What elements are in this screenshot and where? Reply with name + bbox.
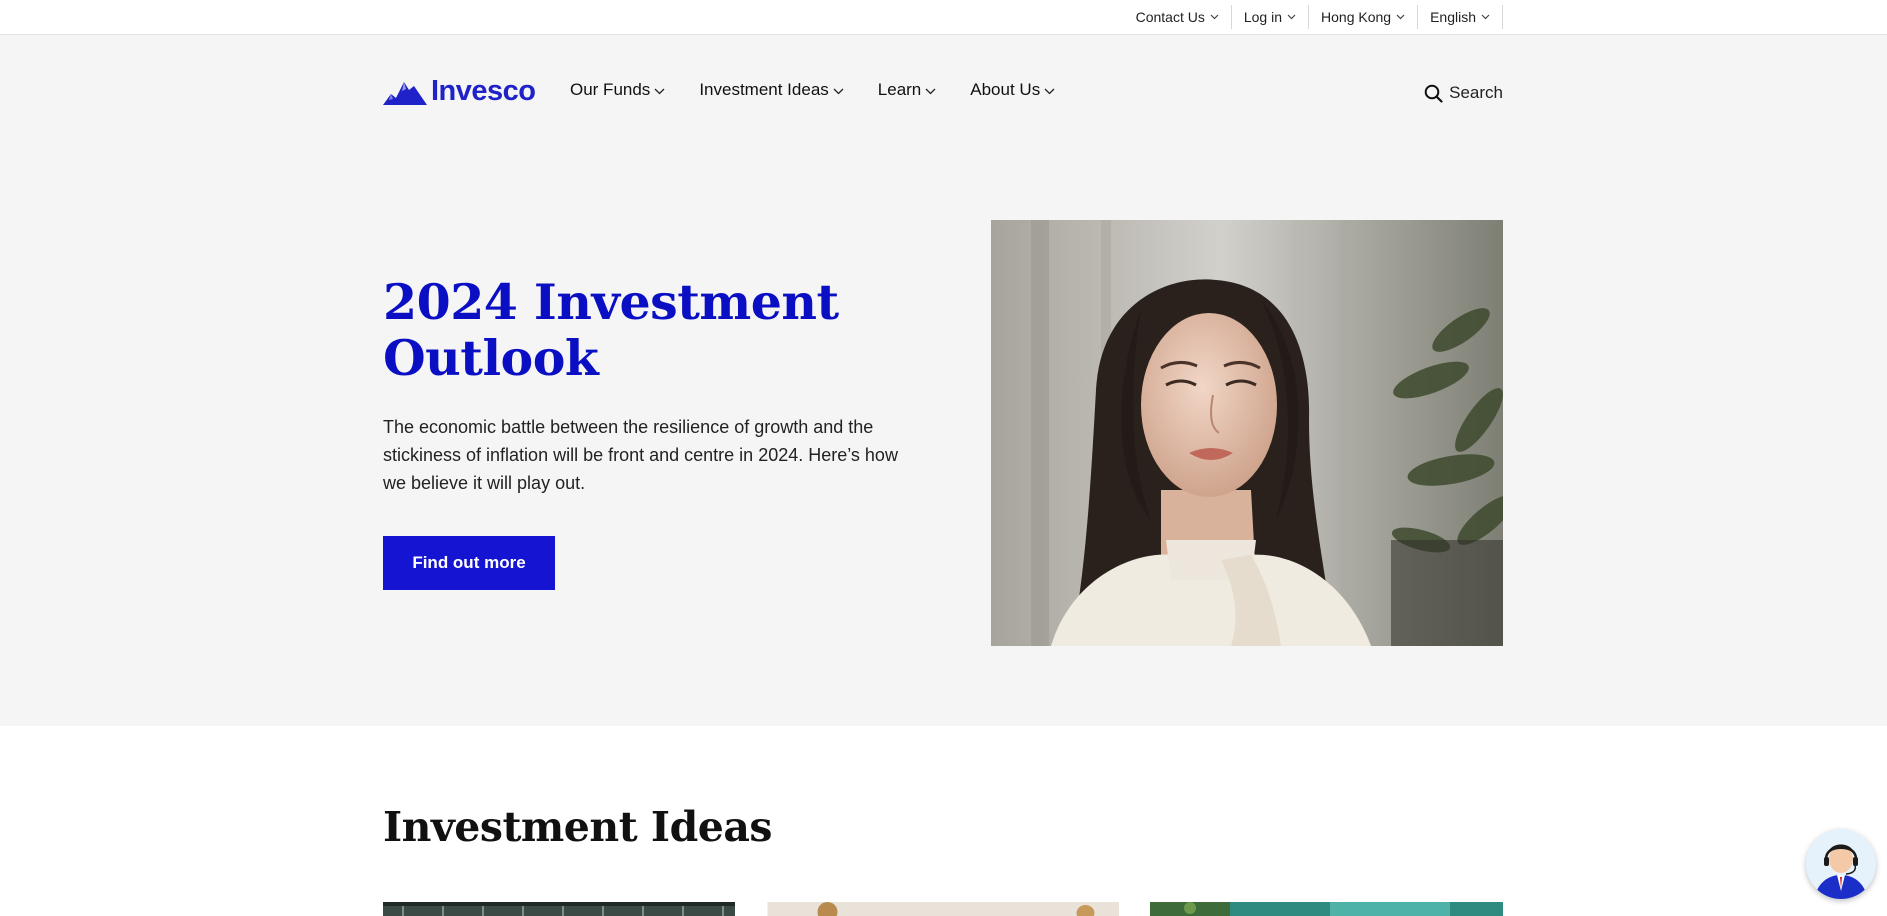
nav-item-investment-ideas[interactable]: Investment Ideas: [699, 80, 844, 100]
investment-idea-card-image[interactable]: [767, 902, 1119, 916]
language-selector[interactable]: English: [1418, 5, 1503, 29]
log-in-link[interactable]: Log in: [1232, 5, 1310, 29]
region-selector[interactable]: Hong Kong: [1309, 5, 1419, 29]
chevron-down-icon: [1481, 14, 1490, 20]
nav-label: About Us: [970, 80, 1041, 99]
nav-item-learn[interactable]: Learn: [878, 80, 936, 100]
invesco-logo[interactable]: Invesco: [383, 75, 536, 108]
find-out-more-button[interactable]: Find out more: [383, 536, 555, 590]
nav-item-our-funds[interactable]: Our Funds: [570, 80, 665, 100]
investment-idea-card-image[interactable]: [383, 902, 735, 916]
hero-title: 2024 Investment Outlook: [383, 273, 839, 387]
search-icon: [1424, 84, 1443, 103]
utility-links: Contact Us Log in Hong Kong English: [1124, 0, 1503, 34]
chevron-down-icon: [654, 88, 665, 94]
chat-assistant-icon: [1806, 829, 1876, 899]
hero-image: [991, 220, 1503, 646]
chevron-down-icon: [1396, 14, 1405, 20]
search-label: Search: [1449, 83, 1503, 102]
nav-label: Our Funds: [570, 80, 651, 99]
chevron-down-icon: [1287, 14, 1296, 20]
chevron-down-icon: [1044, 88, 1055, 94]
log-in-label: Log in: [1243, 9, 1283, 25]
chevron-down-icon: [1210, 14, 1219, 20]
contact-us-label: Contact Us: [1135, 9, 1205, 25]
region-label: Hong Kong: [1321, 9, 1392, 25]
chat-assistant-button[interactable]: [1806, 829, 1876, 899]
nav-label: Learn: [877, 80, 922, 99]
investment-ideas-title: Investment Ideas: [383, 803, 773, 851]
nav-label: Investment Ideas: [699, 80, 829, 99]
hero-section: [0, 35, 1887, 726]
utility-bar: Contact Us Log in Hong Kong English: [0, 0, 1887, 35]
language-label: English: [1430, 9, 1476, 25]
investment-idea-card-image[interactable]: [1150, 902, 1503, 916]
chevron-down-icon: [925, 88, 936, 94]
nav-item-about-us[interactable]: About Us: [970, 80, 1055, 100]
hero-description: The economic battle between the resilien…: [383, 417, 898, 493]
main-nav: Our Funds Investment Ideas Learn About U…: [570, 80, 1089, 100]
chevron-down-icon: [833, 88, 844, 94]
mountain-logo-icon: [383, 81, 427, 105]
search-button[interactable]: Search: [1424, 83, 1503, 103]
contact-us-link[interactable]: Contact Us: [1124, 5, 1232, 29]
logo-text: Invesco: [431, 75, 536, 107]
